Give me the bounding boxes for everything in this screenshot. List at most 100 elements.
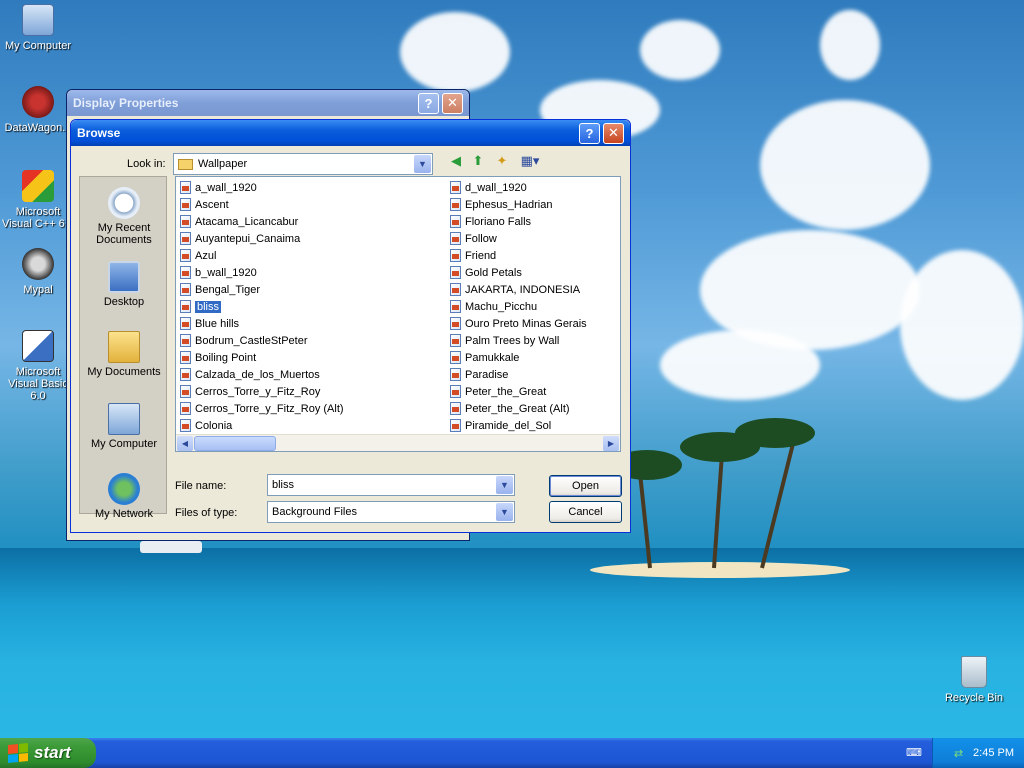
place-label: Desktop (103, 296, 145, 308)
file-item[interactable]: Ephesus_Hadrian (450, 196, 587, 213)
file-item[interactable]: Bengal_Tiger (180, 281, 344, 298)
clock[interactable]: 2:45 PM (973, 747, 1014, 759)
datawagon-icon (22, 86, 54, 118)
open-button[interactable]: Open (549, 475, 622, 497)
new-folder-icon[interactable]: ✦ (493, 152, 511, 170)
file-item[interactable]: Colonia (180, 417, 344, 434)
file-name: Gold Petals (465, 266, 522, 279)
image-file-icon (450, 419, 461, 432)
desktop-icon-datawagon[interactable]: DataWagon... (0, 86, 76, 134)
file-item[interactable]: Palm Trees by Wall (450, 332, 587, 349)
file-item[interactable]: Blue hills (180, 315, 344, 332)
chevron-down-icon[interactable]: ▼ (414, 155, 431, 173)
desktop-icon-my-computer[interactable]: My Computer (0, 4, 76, 52)
taskbar: start ⌨ ⇄ 2:45 PM (0, 738, 1024, 768)
system-tray: ⇄ 2:45 PM (932, 738, 1024, 768)
desktop-icon-recycle-bin[interactable]: Recycle Bin (936, 656, 1012, 704)
file-name: Friend (465, 249, 497, 262)
scrollbar-thumb[interactable] (194, 436, 276, 451)
cloud (820, 10, 880, 80)
file-item[interactable]: Azul (180, 247, 344, 264)
display-properties-titlebar[interactable]: Display Properties ? ✕ (67, 90, 469, 116)
desktop-icon (108, 261, 140, 293)
chevron-down-icon[interactable]: ▼ (496, 476, 513, 494)
file-item[interactable]: Peter_the_Great (450, 383, 587, 400)
file-name: Paradise (465, 368, 509, 381)
start-button[interactable]: start (0, 738, 96, 768)
file-item[interactable]: Piramide_del_Sol (450, 417, 587, 434)
file-item[interactable]: Ascent (180, 196, 344, 213)
window-title: Display Properties (73, 96, 179, 110)
file-item[interactable]: Auyantepui_Canaima (180, 230, 344, 247)
dialog-title: Browse (77, 126, 121, 140)
cancel-button[interactable]: Cancel (549, 501, 622, 523)
file-item[interactable]: Gold Petals (450, 264, 587, 281)
back-icon[interactable]: ◀ (447, 152, 465, 170)
file-column-1: a_wall_1920 Ascent Atacama_Licancabur Auyan… (180, 179, 344, 434)
file-name: Ascent (195, 198, 229, 211)
file-item[interactable]: Peter_the_Great (Alt) (450, 400, 587, 417)
file-item[interactable]: Calzada_de_los_Muertos (180, 366, 344, 383)
file-item[interactable]: Follow (450, 230, 587, 247)
place-my-network[interactable]: My Network (80, 473, 168, 520)
image-file-icon (450, 300, 461, 313)
file-item[interactable]: Ouro Preto Minas Gerais (450, 315, 587, 332)
close-button[interactable]: ✕ (603, 122, 624, 144)
place-desktop[interactable]: Desktop (80, 261, 168, 308)
help-button[interactable]: ? (418, 92, 439, 114)
file-item[interactable]: Bodrum_CastleStPeter (180, 332, 344, 349)
place-my-computer[interactable]: My Computer (80, 403, 168, 450)
file-item[interactable]: b_wall_1920 (180, 264, 344, 281)
place-my-documents[interactable]: My Documents (80, 331, 168, 378)
file-item[interactable]: Cerros_Torre_y_Fitz_Roy (Alt) (180, 400, 344, 417)
palm-tree (735, 418, 815, 448)
file-name: Azul (195, 249, 217, 262)
file-name-input[interactable]: bliss ▼ (267, 474, 515, 496)
network-tray-icon[interactable]: ⇄ (954, 747, 963, 760)
keyboard-icon[interactable]: ⌨ (906, 746, 922, 759)
file-item[interactable]: Floriano Falls (450, 213, 587, 230)
file-item[interactable]: a_wall_1920 (180, 179, 344, 196)
file-item[interactable]: Machu_Picchu (450, 298, 587, 315)
file-name: bliss (195, 300, 222, 313)
files-of-type-dropdown[interactable]: Background Files ▼ (267, 501, 515, 523)
file-item[interactable]: Cerros_Torre_y_Fitz_Roy (180, 383, 344, 400)
place-label: My Computer (90, 438, 158, 450)
close-button[interactable]: ✕ (442, 92, 463, 114)
desktop-icon-visual-basic[interactable]: Microsoft Visual Basic 6.0 (0, 330, 76, 402)
file-name: b_wall_1920 (195, 266, 257, 279)
up-folder-icon[interactable]: ⬆ (469, 152, 487, 170)
look-in-dropdown[interactable]: Wallpaper ▼ (173, 153, 433, 175)
browse-dialog[interactable]: Browse ? ✕ Look in: Wallpaper ▼ ◀ ⬆ ✦ ▦▾… (70, 119, 631, 533)
file-list[interactable]: a_wall_1920 Ascent Atacama_Licancabur Auyan… (175, 176, 621, 452)
desktop-icon-mypal[interactable]: Mypal (0, 248, 76, 296)
file-item[interactable]: Friend (450, 247, 587, 264)
image-file-icon (180, 181, 191, 194)
file-item[interactable]: Boiling Point (180, 349, 344, 366)
view-menu-icon[interactable]: ▦▾ (517, 152, 543, 170)
help-button[interactable]: ? (579, 122, 600, 144)
file-item[interactable]: Pamukkale (450, 349, 587, 366)
desktop-icon-visual-cpp[interactable]: Microsoft Visual C++ 6.0 (0, 170, 76, 230)
place-label: My Network (94, 508, 154, 520)
file-item[interactable]: bliss (180, 298, 344, 315)
file-item[interactable]: Paradise (450, 366, 587, 383)
desktop-icon-label: Mypal (23, 284, 53, 296)
file-name: Palm Trees by Wall (465, 334, 560, 347)
desktop-icon-label: Microsoft Visual C++ 6.0 (2, 206, 74, 230)
file-item[interactable]: Atacama_Licancabur (180, 213, 344, 230)
windows-logo-icon (8, 742, 28, 764)
file-item[interactable]: JAKARTA, INDONESIA (450, 281, 587, 298)
chevron-down-icon[interactable]: ▼ (496, 503, 513, 521)
browse-titlebar[interactable]: Browse ? ✕ (71, 120, 630, 146)
image-file-icon (450, 249, 461, 262)
boat (140, 541, 202, 553)
cloud (760, 100, 930, 230)
desktop-icon-label: Microsoft Visual Basic 6.0 (8, 366, 68, 402)
image-file-icon (450, 181, 461, 194)
horizontal-scrollbar[interactable]: ◀ ▶ (176, 434, 620, 451)
scroll-right-icon[interactable]: ▶ (603, 436, 619, 451)
place-my-recent-documents[interactable]: My Recent Documents (80, 187, 168, 246)
file-item[interactable]: d_wall_1920 (450, 179, 587, 196)
scroll-left-icon[interactable]: ◀ (177, 436, 193, 451)
